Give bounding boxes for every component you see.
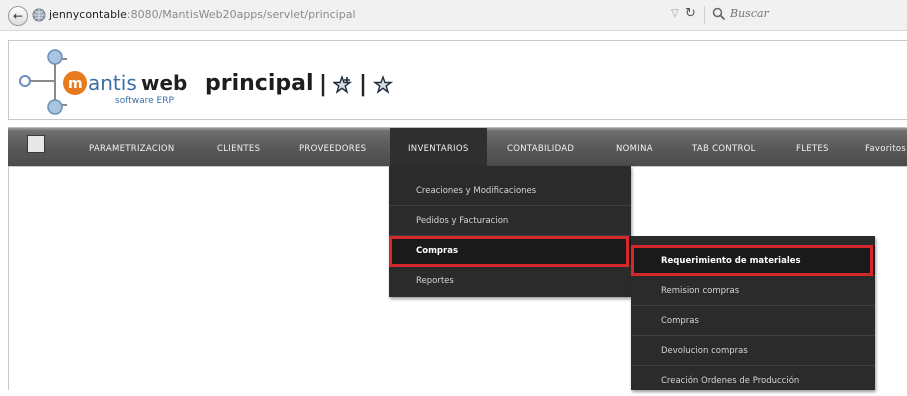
reload-icon[interactable]: ↻	[685, 6, 696, 21]
dropdown-item-reportes[interactable]: Reportes	[389, 266, 631, 296]
address-bar[interactable]: jennycontable:8080/MantisWeb20apps/servl…	[49, 8, 356, 21]
logo-text-web: web	[141, 71, 187, 95]
search-icon	[712, 7, 726, 21]
toolbar-divider	[704, 6, 705, 24]
url-dropdown-icon[interactable]: ▽	[671, 8, 679, 19]
logo-text-mantis: antis	[88, 71, 137, 95]
menu-tab-control[interactable]: TAB CONTROL	[692, 128, 756, 167]
title-separator: |	[359, 72, 368, 97]
home-icon[interactable]	[27, 135, 45, 153]
dropdown-item-compras[interactable]: Compras	[389, 236, 631, 266]
search-input[interactable]	[730, 5, 890, 21]
app-header: m antis web software ERP principal | |	[8, 40, 907, 120]
compras-submenu: Requerimiento de materiales Remision com…	[631, 236, 875, 390]
menu-clientes[interactable]: CLIENTES	[217, 128, 260, 167]
star-plus-icon[interactable]	[333, 75, 353, 95]
dropdown-item-pedidos[interactable]: Pedidos y Facturacion	[389, 206, 631, 236]
menu-favoritos[interactable]: Favoritos	[865, 128, 906, 167]
submenu-item-compras[interactable]: Compras	[631, 306, 875, 336]
browser-toolbar: ← jennycontable:8080/MantisWeb20apps/ser…	[0, 0, 907, 31]
submenu-item-ordenes-produccion[interactable]: Creación Ordenes de Producción	[631, 366, 875, 396]
star-icon[interactable]	[373, 75, 394, 95]
submenu-item-remision[interactable]: Remision compras	[631, 276, 875, 306]
submenu-item-devolucion[interactable]: Devolucion compras	[631, 336, 875, 366]
title-separator: |	[319, 72, 328, 97]
dropdown-item-creaciones[interactable]: Creaciones y Modificaciones	[389, 176, 631, 206]
svg-text:m: m	[68, 76, 83, 92]
menu-nomina[interactable]: NOMINA	[616, 128, 653, 167]
mantisweb-logo: m antis web software ERP	[19, 49, 187, 115]
logo-subtext: software ERP	[115, 96, 174, 106]
globe-icon	[32, 8, 46, 22]
back-arrow-icon[interactable]: ←	[8, 6, 28, 26]
page-title: principal	[205, 71, 314, 96]
menu-inventarios[interactable]: INVENTARIOS	[390, 128, 487, 167]
main-menu-bar: PARAMETRIZACION CLIENTES PROVEEDORES INV…	[8, 127, 907, 167]
menu-fletes[interactable]: FLETES	[796, 128, 829, 167]
menu-proveedores[interactable]: PROVEEDORES	[299, 128, 366, 167]
submenu-item-requerimiento[interactable]: Requerimiento de materiales	[631, 246, 875, 276]
menu-parametrizacion[interactable]: PARAMETRIZACION	[89, 128, 175, 167]
favorites-controls: | |	[319, 72, 394, 97]
menu-contabilidad[interactable]: CONTABILIDAD	[507, 128, 574, 167]
search-box[interactable]	[710, 4, 900, 24]
inventarios-dropdown: Creaciones y Modificaciones Pedidos y Fa…	[389, 166, 631, 297]
url-path: :8080/MantisWeb20apps/servlet/principal	[126, 8, 356, 21]
url-host: jennycontable	[49, 8, 127, 21]
